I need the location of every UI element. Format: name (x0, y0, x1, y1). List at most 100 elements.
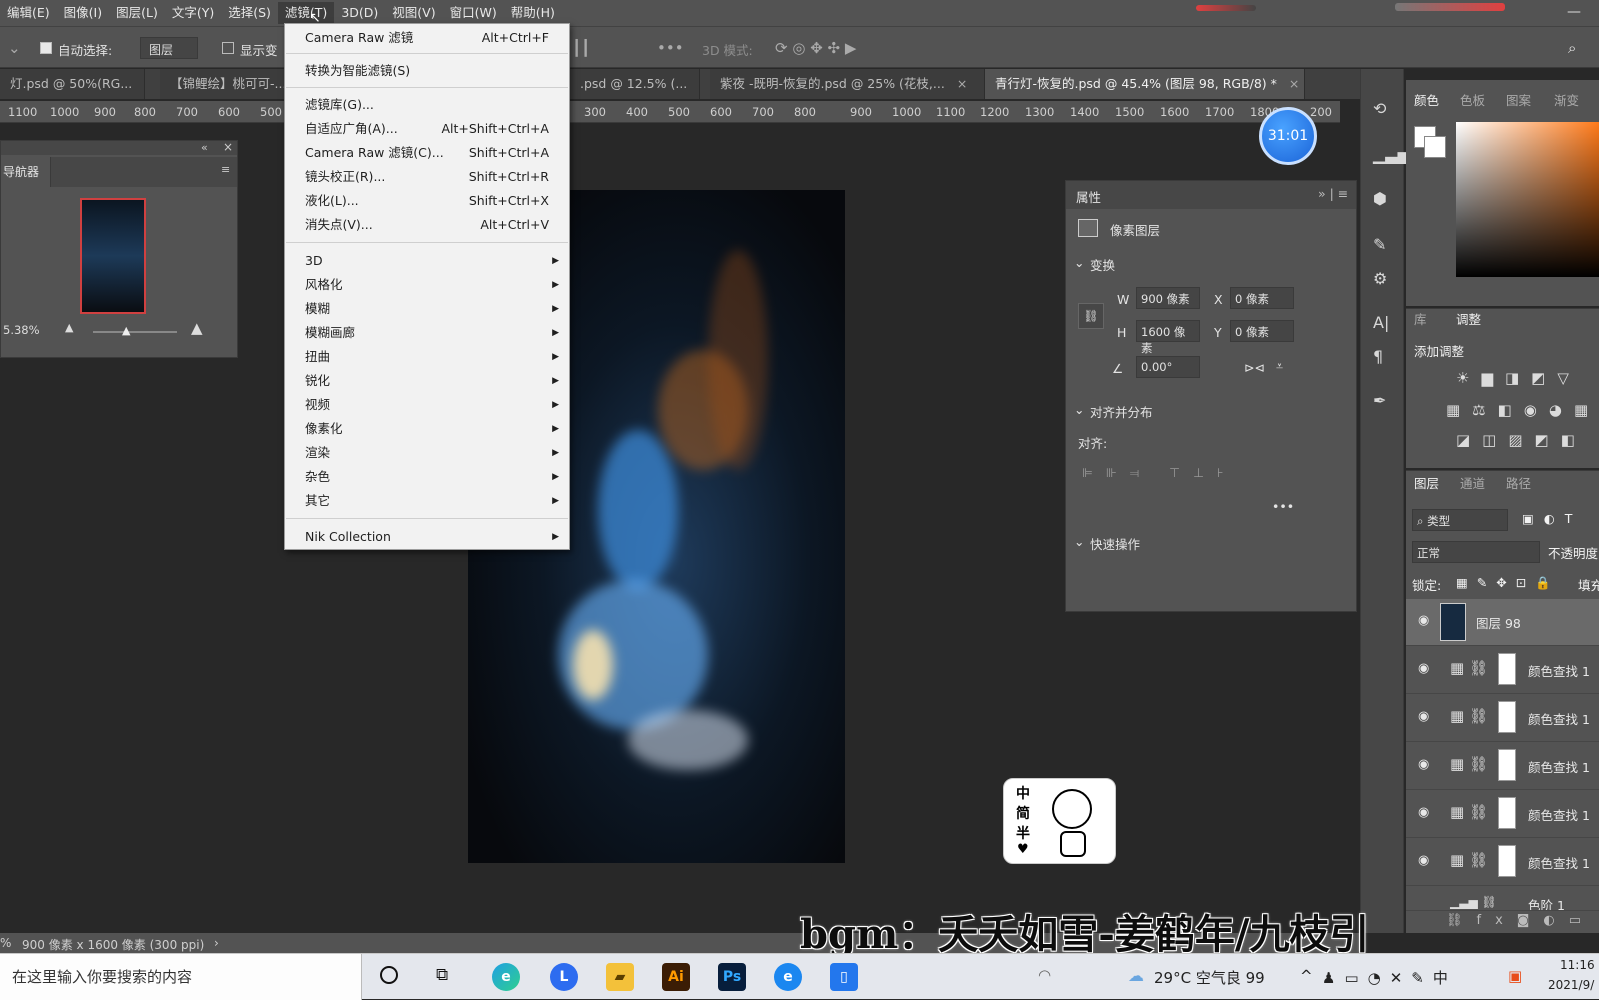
adjustment-icons-row[interactable]: ◪◫▨◩◧ (1456, 431, 1587, 449)
cortana-icon[interactable] (380, 966, 398, 984)
menu-item-other[interactable]: 其它 ▶ (305, 490, 559, 512)
align-icon[interactable]: ┃┃ (572, 39, 590, 57)
layer-row[interactable]: ◉ ▦ ⛓ 颜色查找 1 (1406, 743, 1599, 790)
navigator-thumbnail[interactable] (80, 198, 146, 314)
layer-row[interactable]: ◉ ▦ ⛓ 颜色查找 1 (1406, 791, 1599, 838)
tab-patterns[interactable]: 图案 (1506, 90, 1531, 109)
menu-item-sharpen[interactable]: 锐化 ▶ (305, 370, 559, 392)
layer-row[interactable]: ◉ 图层 98 (1406, 599, 1599, 646)
menu-item-distort[interactable]: 扭曲 ▶ (305, 346, 559, 368)
zoom-out-icon[interactable]: ▲ (65, 321, 73, 334)
layer-row[interactable]: ◉ ▦ ⛓ 颜色查找 1 (1406, 647, 1599, 694)
chevron-up-icon[interactable]: ^ (1300, 967, 1313, 985)
menu-type[interactable]: 文字(Y) (165, 2, 221, 24)
tab-document-4[interactable]: 紫夜 -既明-恢复的.psd @ 25% (花枝,... × (710, 69, 985, 99)
x-field[interactable]: 0 像素 (1230, 287, 1294, 309)
chevron-down-icon[interactable]: ⌄ (1074, 255, 1084, 270)
task-view-icon[interactable]: ⧉ (436, 965, 448, 985)
layer-row[interactable]: ▁▃▅ ⛓ 色阶 1 (1406, 887, 1599, 911)
tab-document-active[interactable]: 青行灯-恢复的.psd @ 45.4% (图层 98, RGB/8) * × (985, 69, 1305, 99)
tab-adjustments[interactable]: 调整 (1456, 309, 1481, 328)
height-field[interactable]: 1600 像素 (1136, 320, 1200, 355)
zoom-in-icon[interactable]: ▲ (191, 319, 203, 337)
edge-icon[interactable]: e (492, 963, 520, 991)
flip-vertical-icon[interactable]: ⩡ (1276, 358, 1283, 374)
illustrator-icon[interactable]: Ai (662, 963, 690, 991)
layer-row[interactable]: ◉ ▦ ⛓ 颜色查找 1 (1406, 695, 1599, 742)
tray-icons[interactable]: ♟▭◔✕✎中 (1322, 967, 1457, 988)
menu-view[interactable]: 视图(V) (385, 2, 442, 24)
color-picker-field[interactable] (1456, 122, 1599, 277)
window-minimize-button[interactable]: — (1567, 4, 1581, 20)
lock-icons[interactable]: ▦✎✥⊡🔒 (1456, 575, 1560, 591)
align-buttons-icon[interactable]: ⊫⊪⫤ ⊤⊥⊦ (1082, 465, 1236, 481)
auto-select-dropdown[interactable]: 图层 (140, 37, 198, 59)
tablet-app-icon[interactable]: ▯ (830, 963, 858, 991)
tab-document-3[interactable]: .psd @ 12.5% (...× (570, 69, 700, 99)
weather-status[interactable]: 29°C 空气良 99 (1154, 967, 1265, 988)
chevron-down-icon[interactable]: ⌄ (1074, 402, 1084, 417)
layer-filter-dropdown[interactable]: ⌕ 类型 (1412, 509, 1508, 531)
zoom-slider-handle[interactable]: ▲ (122, 324, 130, 337)
menu-item-blur-gallery[interactable]: 模糊画廊 ▶ (305, 322, 559, 344)
link-icon[interactable]: ⛓ (1078, 303, 1104, 329)
menu-item-camera-raw[interactable]: Camera Raw 滤镜 Alt+Ctrl+F (305, 27, 549, 49)
menu-item-convert-smart-filter[interactable]: 转换为智能滤镜(S) (305, 60, 549, 82)
adjust-icon[interactable]: ⚙ (1373, 269, 1387, 288)
tab-libraries[interactable]: 库 (1414, 309, 1427, 328)
menu-image[interactable]: 图像(I) (57, 2, 109, 24)
paragraph-icon[interactable]: ¶ (1373, 347, 1383, 366)
menu-item-nik-collection[interactable]: Nik Collection ▶ (305, 526, 559, 548)
angle-field[interactable]: 0.00° (1136, 356, 1200, 378)
menu-3d[interactable]: 3D(D) (334, 2, 385, 24)
tab-gradients[interactable]: 渐变 (1554, 90, 1579, 109)
tab-channels[interactable]: 通道 (1460, 473, 1485, 492)
close-icon[interactable]: × (699, 76, 700, 91)
panel-menu-icon[interactable]: ≡ (221, 163, 230, 176)
navigator-zoom-value[interactable]: 5.38% (3, 323, 40, 337)
close-icon[interactable]: × (957, 76, 967, 91)
tab-layers[interactable]: 图层 (1414, 473, 1439, 492)
more-options-icon[interactable]: ••• (657, 39, 684, 57)
menu-item-stylize[interactable]: 风格化 ▶ (305, 274, 559, 296)
quick-actions-title[interactable]: 快速操作 (1090, 534, 1140, 553)
browser-icon[interactable]: e (774, 963, 802, 991)
menu-item-liquify[interactable]: 液化(L)... Shift+Ctrl+X (305, 190, 549, 212)
collapse-icon[interactable]: « (201, 141, 208, 154)
menu-item-adaptive-wide-angle[interactable]: 自适应广角(A)... Alt+Shift+Ctrl+A (305, 118, 549, 140)
histogram-icon[interactable]: ▁▃▅ (1373, 145, 1410, 164)
eye-icon[interactable]: ◉ (1418, 853, 1429, 868)
tab-document-1[interactable]: 灯.psd @ 50%(RG...× (0, 69, 145, 99)
tray-app-icon[interactable]: ▣ (1508, 967, 1522, 985)
menu-item-render[interactable]: 渲染 ▶ (305, 442, 559, 464)
brush-icon[interactable]: ✎ (1373, 235, 1386, 254)
menu-filter[interactable]: 滤镜(T) (277, 2, 335, 24)
properties-title[interactable]: 属性 (1076, 187, 1101, 206)
tab-swatches[interactable]: 色板 (1460, 90, 1485, 109)
align-section-title[interactable]: 对齐并分布 (1090, 402, 1153, 421)
show-transform-checkbox[interactable] (222, 42, 234, 54)
menu-window[interactable]: 窗口(W) (443, 2, 504, 24)
background-color-swatch[interactable] (1424, 136, 1446, 158)
lanxin-app-icon[interactable]: L (550, 963, 578, 991)
tab-paths[interactable]: 路径 (1506, 473, 1531, 492)
menu-item-3d[interactable]: 3D ▶ (305, 250, 559, 272)
tab-document-2[interactable]: 【锦鲤绘】桃可可-... (160, 69, 285, 99)
close-icon[interactable]: × (1289, 76, 1299, 91)
tab-navigator[interactable]: 导航器 (1, 157, 51, 187)
menu-help[interactable]: 帮助(H) (504, 2, 562, 24)
menu-edit[interactable]: 编辑(E) (0, 2, 57, 24)
clock-time[interactable]: 11:16 (1560, 958, 1595, 972)
3d-orbit-icon[interactable]: ⟳ ◎ ✥ ✣ ▶ (775, 39, 856, 57)
layers-footer-icons[interactable]: ⛓fx◙◐▭ (1446, 913, 1595, 928)
close-icon[interactable]: × (144, 76, 145, 91)
history-icon[interactable]: ⟲ (1373, 99, 1386, 118)
wifi-icon[interactable]: ◠ (1038, 966, 1051, 984)
more-icon[interactable]: ••• (1272, 499, 1294, 514)
menu-select[interactable]: 选择(S) (221, 2, 278, 24)
brush-settings-icon[interactable]: ✒ (1373, 391, 1386, 410)
adjustment-icons-row[interactable]: ▦⚖◧◉◕▦ (1446, 401, 1599, 419)
auto-select-checkbox[interactable] (40, 42, 52, 54)
width-field[interactable]: 900 像素 (1136, 287, 1200, 309)
search-icon[interactable]: ⌕ (1568, 39, 1576, 57)
